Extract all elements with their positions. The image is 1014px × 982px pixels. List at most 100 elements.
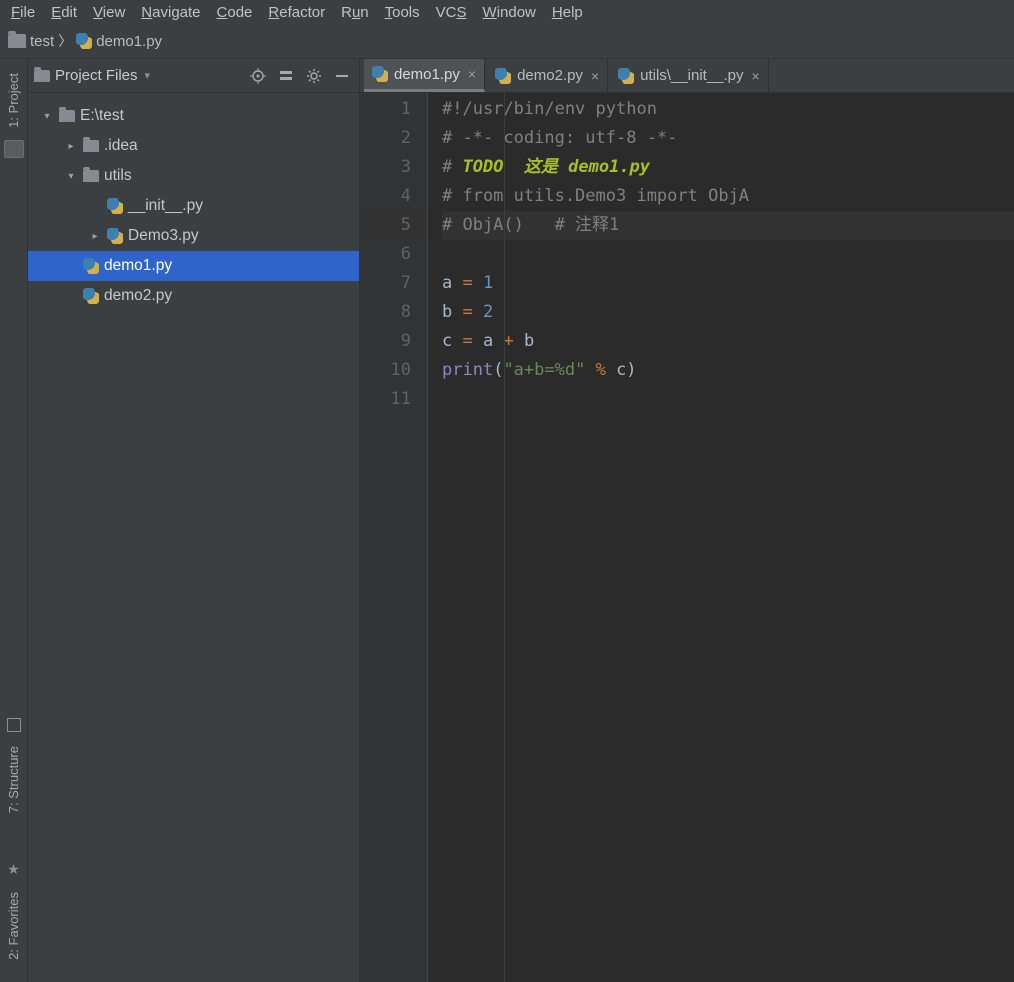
tree-item-label: E:\test — [80, 107, 124, 125]
caret-empty — [64, 259, 78, 273]
collapse-button[interactable] — [275, 65, 297, 87]
tree-item-utils[interactable]: ▾utils — [28, 161, 359, 191]
python-file-icon — [76, 33, 92, 49]
tree-item-__init__-py[interactable]: __init__.py — [28, 191, 359, 221]
code-line-1[interactable]: #!/usr/bin/env python — [442, 95, 1014, 124]
breadcrumb-test[interactable]: test — [8, 33, 54, 50]
line-number[interactable]: 10 — [360, 356, 427, 385]
structure-icon — [7, 718, 21, 732]
gutter[interactable]: 1234567891011 — [360, 93, 428, 982]
breadcrumb-label: demo1.py — [96, 33, 162, 50]
code-line-2[interactable]: # -*- coding: utf-8 -*- — [442, 124, 1014, 153]
python-file-icon — [106, 228, 124, 244]
left-tool-strip: 1: Project 7: Structure ★ 2: Favorites — [0, 59, 28, 982]
line-number[interactable]: 7 — [360, 269, 427, 298]
project-tree[interactable]: ▾E:\test▸.idea▾utils__init__.py▸Demo3.py… — [28, 93, 359, 982]
project-sidebar: Project Files ▾ ▾E:\test▸.idea▾utils__in… — [28, 59, 360, 982]
menu-navigate[interactable]: Navigate — [134, 2, 207, 23]
code-line-7[interactable]: a = 1 — [442, 269, 1014, 298]
tab-label: demo2.py — [517, 67, 583, 84]
menu-file[interactable]: File — [4, 2, 42, 23]
hide-button[interactable] — [331, 65, 353, 87]
tree-item-label: .idea — [104, 137, 138, 155]
tab-label: demo1.py — [394, 66, 460, 83]
line-number[interactable]: 9 — [360, 327, 427, 356]
code-line-6[interactable] — [442, 240, 1014, 269]
menu-view[interactable]: View — [86, 2, 132, 23]
sidebar-title-text: Project Files — [55, 67, 138, 84]
tree-item-label: __init__.py — [128, 197, 203, 215]
line-number[interactable]: 1 — [360, 95, 427, 124]
menu-edit[interactable]: Edit — [44, 2, 84, 23]
tree-item-demo1-py[interactable]: demo1.py — [28, 251, 359, 281]
code-canvas[interactable]: #!/usr/bin/env python# -*- coding: utf-8… — [428, 93, 1014, 982]
toolstrip-project-icon — [4, 140, 24, 158]
line-number[interactable]: 11 — [360, 385, 427, 414]
tree-item-demo2-py[interactable]: demo2.py — [28, 281, 359, 311]
close-icon[interactable]: × — [591, 68, 599, 84]
toolstrip-structure[interactable]: 7: Structure — [6, 738, 21, 821]
sidebar-title[interactable]: Project Files ▾ — [34, 67, 241, 84]
tree-item-E-test[interactable]: ▾ E:\test — [28, 101, 359, 131]
menu-run[interactable]: Run — [334, 2, 376, 23]
tab-utils-__init__-py[interactable]: utils\__init__.py × — [610, 59, 769, 92]
toolstrip-label-project: 1: Project — [6, 73, 21, 128]
code-line-3[interactable]: # TODO 这是 demo1.py — [442, 153, 1014, 182]
line-number[interactable]: 5 — [360, 211, 427, 240]
menu-vcs[interactable]: VCS — [429, 2, 474, 23]
line-number[interactable]: 8 — [360, 298, 427, 327]
tree-item-label: Demo3.py — [128, 227, 199, 245]
chevron-down-icon: ▾ — [145, 69, 151, 82]
close-icon[interactable]: × — [468, 66, 476, 82]
editor-area: demo1.py × demo2.py × utils\__init__.py × 123… — [360, 59, 1014, 982]
python-file-icon — [106, 198, 124, 214]
menu-tools[interactable]: Tools — [378, 2, 427, 23]
code-line-11[interactable] — [442, 385, 1014, 414]
toolstrip-project[interactable]: 1: Project — [6, 65, 21, 136]
toolstrip-favorites[interactable]: 2: Favorites — [6, 884, 21, 968]
python-file-icon — [372, 66, 388, 82]
chevron-down-icon[interactable]: ▾ — [64, 169, 78, 183]
tab-demo1-py[interactable]: demo1.py × — [364, 59, 485, 92]
python-file-icon — [618, 68, 634, 84]
star-icon: ★ — [7, 861, 20, 878]
editor-body: 1234567891011 #!/usr/bin/env python# -*-… — [360, 93, 1014, 982]
chevron-right-icon[interactable]: ▸ — [88, 229, 102, 243]
code-line-10[interactable]: print("a+b=%d" % c) — [442, 356, 1014, 385]
menu-code[interactable]: Code — [210, 2, 260, 23]
menu-help[interactable]: Help — [545, 2, 590, 23]
folder-icon — [8, 34, 26, 48]
breadcrumb-separator: 〉 — [58, 31, 72, 51]
settings-button[interactable] — [303, 65, 325, 87]
python-file-icon — [82, 288, 100, 304]
code-line-8[interactable]: b = 2 — [442, 298, 1014, 327]
folder-icon — [82, 170, 100, 182]
code-line-5[interactable]: # ObjA() # 注释1 — [442, 211, 1014, 240]
tree-item--idea[interactable]: ▸ .idea — [28, 131, 359, 161]
tree-item-label: demo1.py — [104, 257, 172, 275]
code-line-9[interactable]: c = a + b — [442, 327, 1014, 356]
menu-window[interactable]: Window — [476, 2, 543, 23]
breadcrumb-demo1-py[interactable]: demo1.py — [76, 33, 162, 50]
line-number[interactable]: 2 — [360, 124, 427, 153]
tree-item-Demo3-py[interactable]: ▸ Demo3.py — [28, 221, 359, 251]
breadcrumb-label: test — [30, 33, 54, 50]
line-number[interactable]: 4 — [360, 182, 427, 211]
python-file-icon — [495, 68, 511, 84]
python-file-icon — [82, 258, 100, 274]
line-number[interactable]: 3 — [360, 153, 427, 182]
tree-item-label: demo2.py — [104, 287, 172, 305]
indent-guide — [504, 93, 505, 982]
code-line-4[interactable]: # from utils.Demo3 import ObjA — [442, 182, 1014, 211]
folder-icon — [82, 140, 100, 152]
tab-demo2-py[interactable]: demo2.py × — [487, 59, 608, 92]
editor-tabs: demo1.py × demo2.py × utils\__init__.py × — [360, 59, 1014, 93]
tab-label: utils\__init__.py — [640, 67, 743, 84]
chevron-down-icon[interactable]: ▾ — [40, 109, 54, 123]
breadcrumb: test〉 demo1.py — [0, 24, 1014, 58]
locate-button[interactable] — [247, 65, 269, 87]
close-icon[interactable]: × — [752, 68, 760, 84]
line-number[interactable]: 6 — [360, 240, 427, 269]
menu-refactor[interactable]: Refactor — [261, 2, 332, 23]
chevron-right-icon[interactable]: ▸ — [64, 139, 78, 153]
